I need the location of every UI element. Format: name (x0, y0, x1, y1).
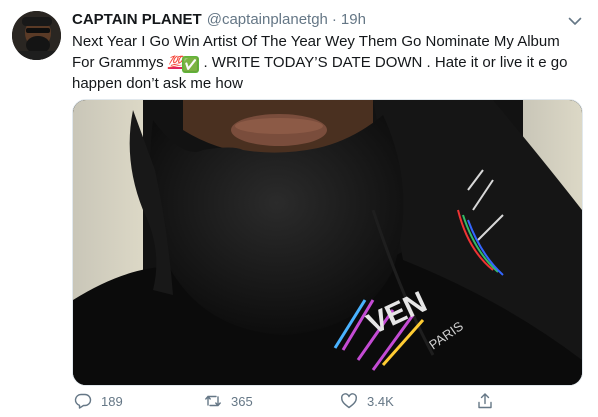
retweet-icon (205, 395, 221, 407)
timestamp[interactable]: 19h (341, 11, 366, 28)
reply-button[interactable]: 189 (74, 392, 123, 410)
like-count: 3.4K (367, 393, 394, 409)
retweet-count: 365 (231, 393, 253, 409)
display-name[interactable]: CAPTAIN PLANET (72, 11, 202, 28)
more-options-button[interactable] (566, 12, 584, 30)
hundred-points-emoji: 💯 (167, 55, 183, 69)
tweet-photo[interactable]: VEN PARIS (72, 99, 583, 386)
reply-icon (74, 393, 92, 409)
avatar-image (12, 11, 61, 60)
reply-count: 189 (101, 393, 123, 409)
check-mark-emoji: ✅ (182, 56, 200, 73)
like-button[interactable]: 3.4K (340, 392, 394, 410)
avatar[interactable] (12, 11, 61, 60)
tweet-card[interactable]: CAPTAIN PLANET @captainplanetgh · 19h Ne… (0, 0, 598, 417)
photo-image: VEN PARIS (73, 100, 582, 385)
tweet-text: Next Year I Go Win Artist Of The Year We… (72, 31, 582, 94)
retweet-button[interactable]: 365 (204, 392, 253, 410)
tweet-header: CAPTAIN PLANET @captainplanetgh · 19h (72, 11, 366, 29)
tweet-actions: 189 365 3.4K (72, 392, 581, 414)
share-icon (478, 393, 492, 409)
share-button[interactable] (476, 392, 503, 410)
heart-icon (340, 393, 358, 409)
separator-dot: · (331, 11, 337, 28)
user-handle[interactable]: @captainplanetgh (207, 11, 328, 28)
chevron-down-icon (568, 17, 582, 25)
